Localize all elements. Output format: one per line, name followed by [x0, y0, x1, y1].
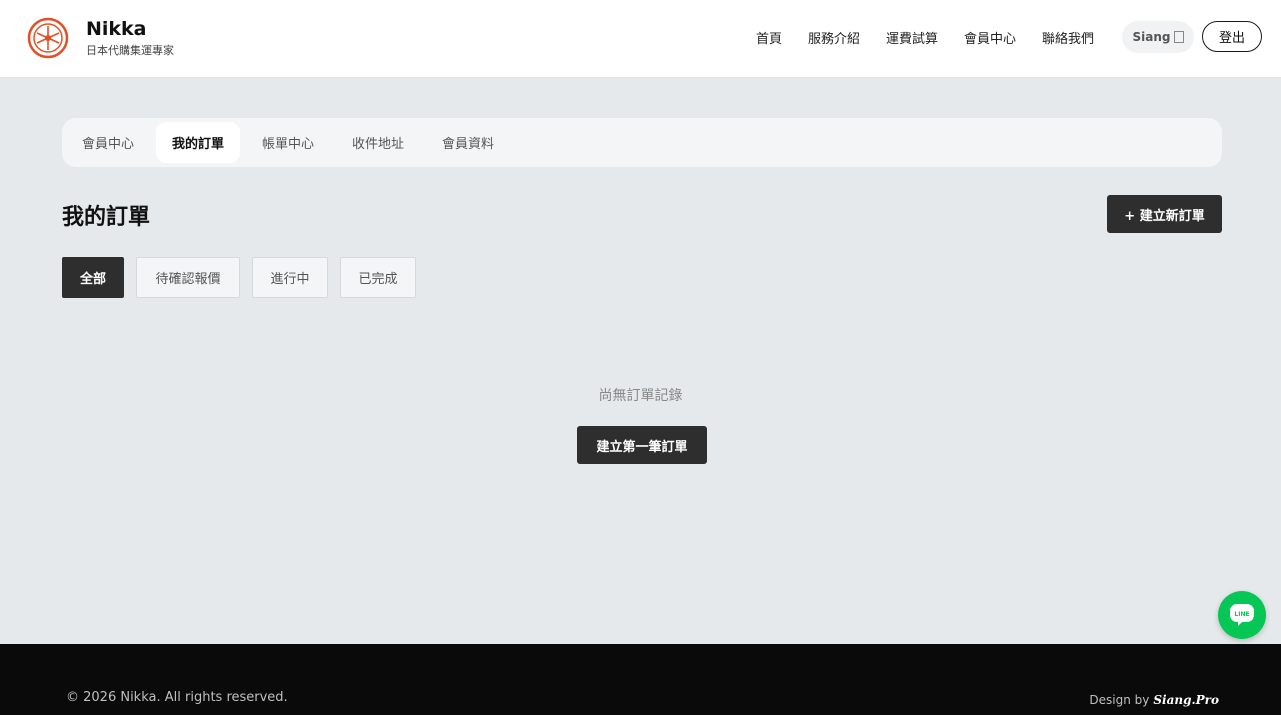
tab-addresses[interactable]: 收件地址: [336, 122, 420, 163]
copyright-text: © 2026 Nikka. All rights reserved.: [66, 690, 288, 705]
nav-shipping-calculator[interactable]: 運費試算: [886, 28, 938, 47]
filter-in-progress[interactable]: 進行中: [252, 257, 328, 298]
filter-completed[interactable]: 已完成: [340, 257, 416, 298]
designer-signature[interactable]: Siang.Pro: [1153, 693, 1219, 707]
tab-profile[interactable]: 會員資料: [426, 122, 510, 163]
tab-billing[interactable]: 帳單中心: [246, 122, 330, 163]
design-credit: Design by Siang.Pro: [1089, 693, 1219, 707]
filter-all[interactable]: 全部: [62, 257, 124, 298]
nav-contact[interactable]: 聯絡我們: [1042, 28, 1094, 47]
brand-name[interactable]: Nikka: [86, 18, 147, 40]
design-prefix: Design by: [1089, 693, 1150, 707]
filter-pending-quote[interactable]: 待確認報價: [136, 257, 240, 298]
site-header: Nikka 日本代購集運專家 首頁 服務介紹 運費試算 會員中心 聯絡我們 Si…: [0, 0, 1281, 78]
create-first-order-button[interactable]: 建立第一筆訂單: [577, 426, 707, 464]
user-icon: [1173, 31, 1184, 43]
brand-logo[interactable]: [27, 17, 69, 59]
user-menu[interactable]: Siang: [1122, 21, 1194, 53]
logout-button[interactable]: 登出: [1202, 21, 1262, 52]
member-tabs: 會員中心 我的訂單 帳單中心 收件地址 會員資料: [62, 118, 1222, 167]
line-chat-icon: LINE: [1230, 604, 1254, 626]
brand-tagline: 日本代購集運專家: [86, 44, 174, 57]
tab-member-center[interactable]: 會員中心: [66, 122, 150, 163]
site-footer: © 2026 Nikka. All rights reserved. Desig…: [0, 644, 1281, 715]
tab-my-orders[interactable]: 我的訂單: [156, 122, 240, 163]
nav-home[interactable]: 首頁: [756, 28, 782, 47]
nav-services[interactable]: 服務介紹: [808, 28, 860, 47]
nav-member-center[interactable]: 會員中心: [964, 28, 1016, 47]
line-chat-button[interactable]: LINE: [1218, 591, 1266, 639]
page-title: 我的訂單: [62, 205, 151, 230]
empty-state-text: 尚無訂單記錄: [598, 388, 683, 404]
new-order-button[interactable]: + 建立新訂單: [1107, 195, 1222, 233]
svg-text:LINE: LINE: [1234, 611, 1249, 618]
user-name: Siang: [1132, 30, 1171, 44]
